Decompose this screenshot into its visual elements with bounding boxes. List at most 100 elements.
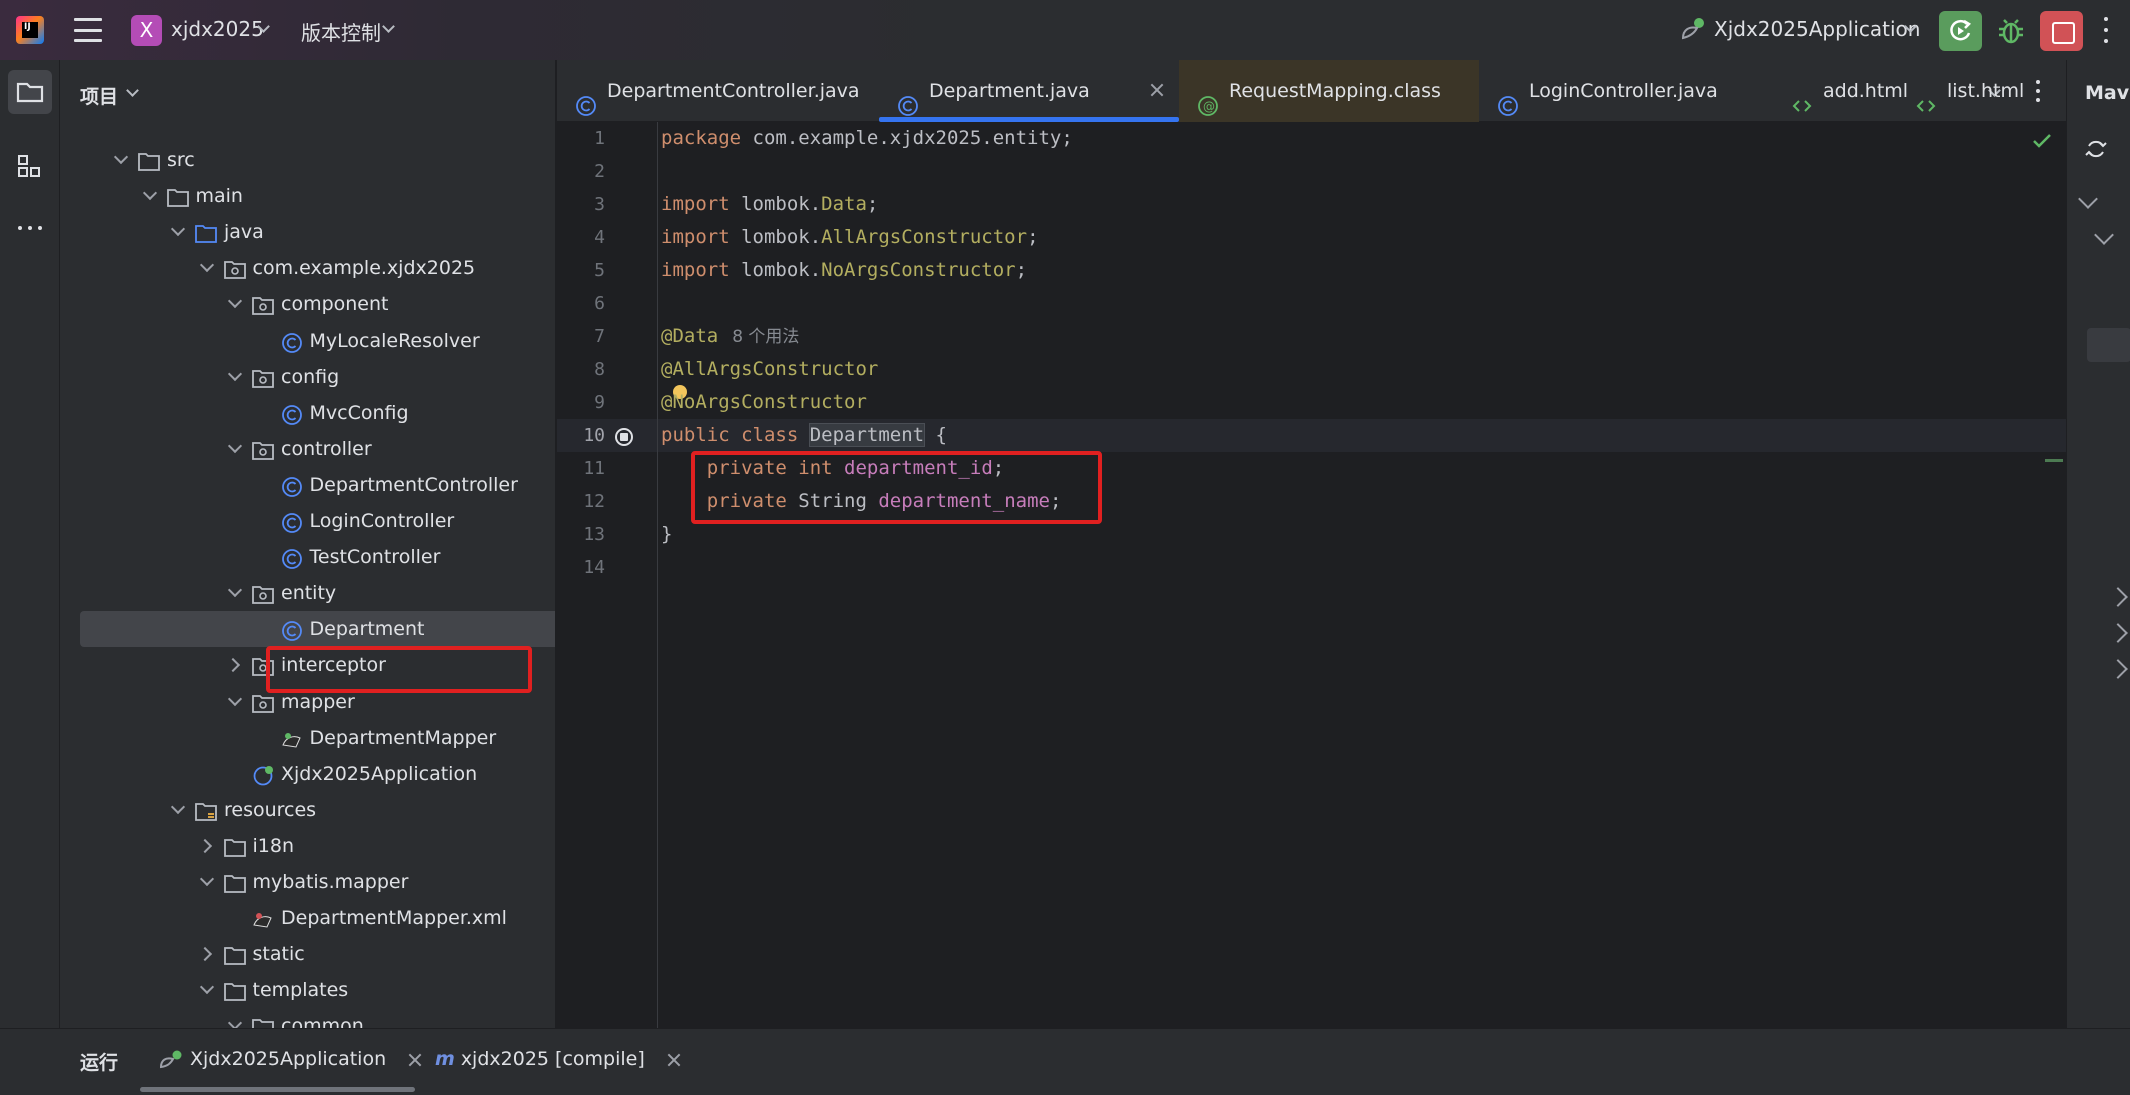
intellij-logo-icon[interactable]: IJ [16,16,44,44]
tree-item[interactable]: java [60,214,540,250]
collapse-chevron-right-icon[interactable] [198,828,218,864]
rerun-button[interactable] [1939,11,1982,51]
tree-item[interactable]: Xjdx2025Application [60,756,540,792]
tree-item[interactable]: src [60,142,540,178]
run-config-selector[interactable]: Xjdx2025Application [1714,17,1920,41]
code-line[interactable]: 13} [557,518,2066,551]
editor-tab[interactable]: list.html [1897,60,2024,122]
editor-tab[interactable]: LoginController.java [1479,60,1773,122]
code-text: @AllArgsConstructor [661,353,878,386]
project-name[interactable]: xjdx2025 [171,17,264,41]
code-line[interactable]: 9 @NoArgsConstructor [557,386,2066,419]
editor-tab[interactable]: DepartmentController.java [557,60,879,122]
expand-chevron-down-icon[interactable] [226,359,246,395]
code-line[interactable]: 6 [557,287,2066,320]
tree-item[interactable]: Department [80,611,555,648]
structure-tool-button[interactable] [8,144,52,188]
sync-icon[interactable] [2085,138,2107,160]
more-tools-button[interactable] [8,206,52,250]
tabs-more-icon[interactable] [2033,78,2043,104]
main-menu-icon[interactable] [74,18,102,42]
expand-chevron-down-icon[interactable] [226,575,246,611]
tree-item[interactable]: LoginController [60,503,540,539]
maven-selected-item[interactable] [2087,328,2130,362]
expand-chevron-down-icon[interactable] [226,684,246,720]
project-panel: 项目 src main java com.example.xjdx2025 compon… [60,60,556,1028]
tree-item[interactable]: MvcConfig [60,395,540,431]
more-actions-icon[interactable] [2100,14,2112,46]
tree-item-label: main [195,185,243,208]
tree-item[interactable]: DepartmentMapper [60,720,540,756]
expand-chevron-down-icon[interactable] [226,431,246,467]
code-line[interactable]: 7 @Data 8 个用法 [557,320,2066,353]
code-line[interactable]: 4 import lombok.AllArgsConstructor; [557,221,2066,254]
expand-chevron-down-icon[interactable] [198,250,218,286]
maven-collapsed-chevron-icon[interactable] [2108,587,2128,607]
tree-item[interactable]: common [60,1008,540,1028]
tree-item[interactable]: DepartmentMapper.xml [60,900,540,936]
code-line[interactable]: 8 @AllArgsConstructor [557,353,2066,386]
expand-chevron-down-icon[interactable] [112,142,132,178]
run-tab-application[interactable]: Xjdx2025Application [158,1048,422,1071]
expand-chevron-down-icon[interactable] [141,178,161,214]
maven-collapsed-chevron-icon[interactable] [2108,623,2128,643]
close-tab-icon[interactable] [1149,82,1165,98]
bottom-tabs-scrollbar[interactable] [140,1087,415,1092]
usage-hint[interactable]: 8 个用法 [732,327,799,347]
collapse-chevron-right-icon[interactable] [198,936,218,972]
tree-item[interactable]: templates [60,972,540,1008]
tree-item[interactable]: mybatis.mapper [60,864,540,900]
tree-item-label: DepartmentMapper.xml [281,907,507,930]
editor-tab[interactable]: @ RequestMapping.class [1179,60,1479,122]
stop-button[interactable] [2040,11,2083,51]
close-icon[interactable] [408,1053,422,1067]
project-panel-title[interactable]: 项目 [80,82,118,109]
project-view-chevron-down-icon[interactable] [126,84,139,97]
expand-chevron-down-icon[interactable] [226,1008,246,1028]
tree-item[interactable]: static [60,936,540,972]
project-tool-button[interactable] [8,70,52,114]
code-line[interactable]: 3 import lombok.Data; [557,188,2066,221]
tree-item[interactable]: entity [60,575,540,611]
expand-chevron-down-icon[interactable] [226,286,246,322]
expand-chevron-down-icon[interactable] [169,792,189,828]
expand-chevron-down-icon[interactable] [198,864,218,900]
tree-item[interactable]: TestController [60,539,540,575]
run-label[interactable]: 运行 [80,1048,118,1075]
tree-item-label: DepartmentMapper [309,726,497,749]
project-badge[interactable]: X [131,15,162,46]
vcs-menu[interactable]: 版本控制 [301,17,381,46]
code-line[interactable]: 12 private String department_name; [557,485,2066,518]
code-line[interactable]: 2 [557,155,2066,188]
code-line[interactable]: 10 public class Department { [557,419,2066,452]
expand-chevron-down-icon[interactable] [169,214,189,250]
tree-item[interactable]: component [60,286,540,322]
collapse-chevron-right-icon[interactable] [226,647,246,683]
code-line[interactable]: 5 import lombok.NoArgsConstructor; [557,254,2066,287]
tree-item[interactable]: controller [60,431,540,467]
vcs-chevron-down-icon[interactable] [382,20,395,33]
tree-item[interactable]: config [60,359,540,395]
editor-tab[interactable]: Department.java [879,60,1179,122]
tree-item[interactable]: MyLocaleResolver [60,323,540,359]
code-text: @NoArgsConstructor [661,386,867,419]
code-line[interactable]: 11 private int department_id; [557,452,2066,485]
maven-panel-title[interactable]: Maven [2085,82,2130,104]
expand-chevron-down-icon[interactable] [198,972,218,1008]
code-editor[interactable]: 1 package com.example.xjdx2025.entity; 2 3 i… [557,122,2066,1028]
maven-expand-chevron-icon[interactable] [2094,225,2114,245]
code-line[interactable]: 1 package com.example.xjdx2025.entity; [557,122,2066,155]
tree-item[interactable]: i18n [60,828,540,864]
maven-expand-chevron-icon[interactable] [2078,189,2098,209]
maven-collapsed-chevron-icon[interactable] [2108,659,2128,679]
tree-item[interactable]: DepartmentController [60,467,540,503]
tree-item[interactable]: com.example.xjdx2025 [60,250,540,286]
close-icon[interactable] [667,1053,681,1067]
code-line[interactable]: 14 [557,551,2066,584]
editor-tab[interactable]: add.html [1773,60,1908,122]
debug-button[interactable] [1992,11,2030,51]
tree-item[interactable]: main [60,178,540,214]
tree-item[interactable]: resources [60,792,540,828]
code-token: public class [661,424,810,446]
run-tab-compile[interactable]: m xjdx2025 [compile] [435,1048,681,1070]
